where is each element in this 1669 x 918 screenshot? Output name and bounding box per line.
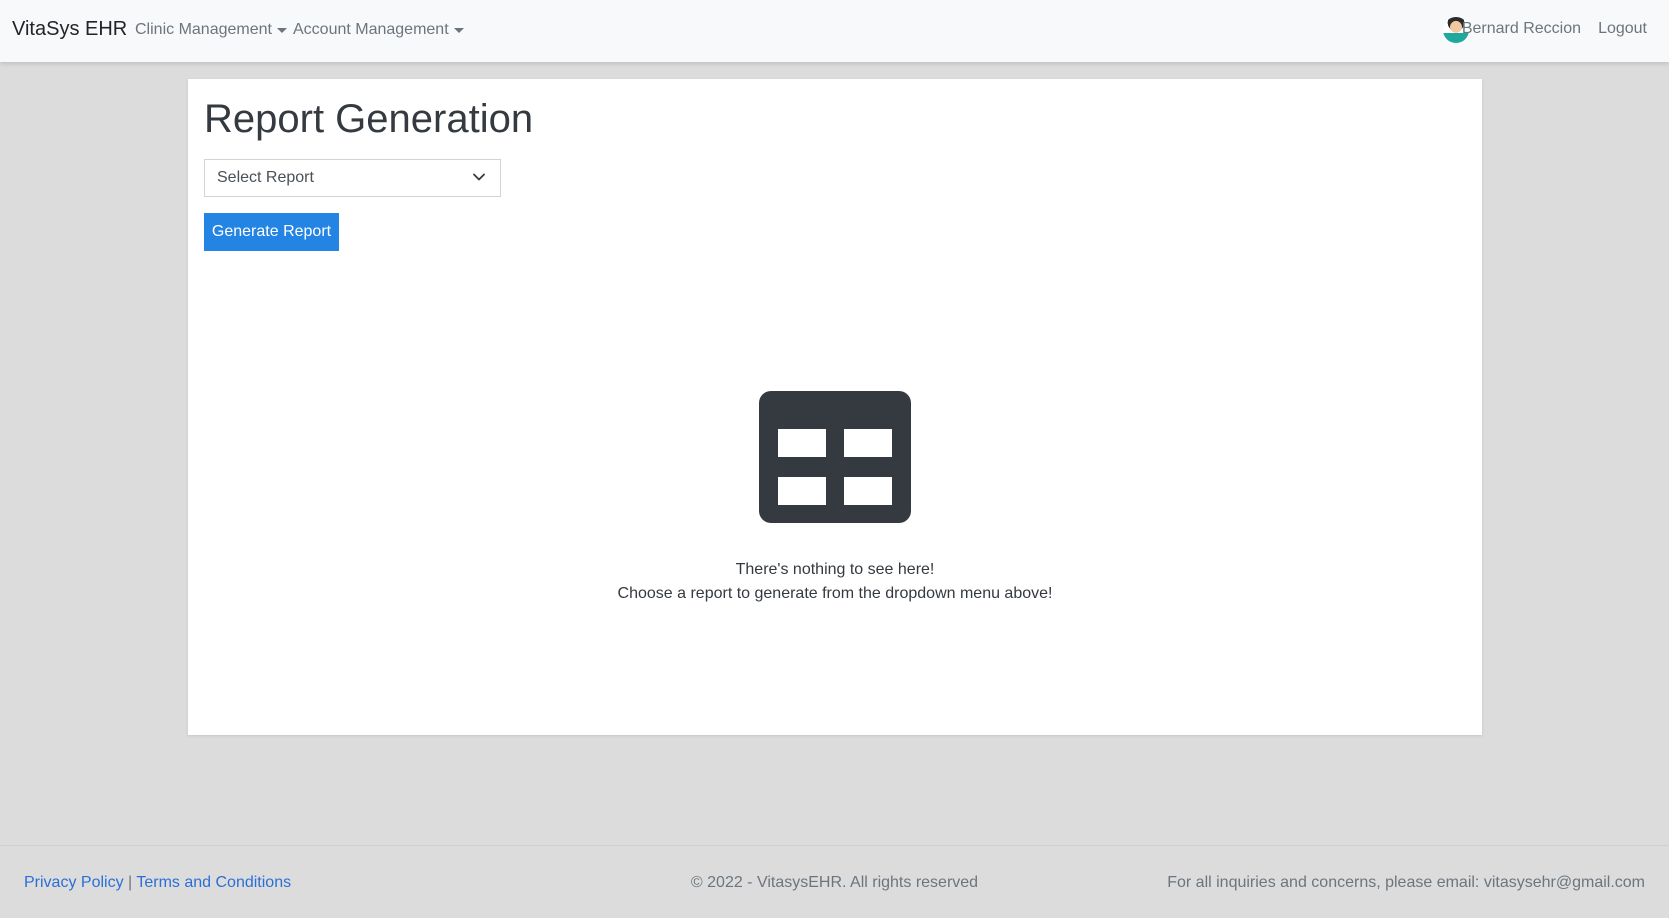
logout-link[interactable]: Logout: [1598, 20, 1647, 38]
brand-logo[interactable]: VitaSys EHR: [12, 18, 127, 41]
page-title: Report Generation: [204, 97, 534, 141]
report-select-value: Select Report: [217, 169, 314, 186]
caret-down-icon: [276, 27, 287, 33]
empty-state-message: Choose a report to generate from the dro…: [617, 585, 1053, 602]
clinic-management-menu[interactable]: Clinic Management: [135, 21, 287, 39]
account-management-menu[interactable]: Account Management: [293, 21, 464, 39]
account-management-label: Account Management: [293, 21, 449, 38]
empty-state-title: There's nothing to see here!: [735, 561, 935, 578]
clinic-management-label: Clinic Management: [135, 21, 272, 38]
chevron-down-icon: [472, 170, 486, 189]
report-card: Report Generation Select Report Generate…: [188, 79, 1482, 735]
top-navbar: VitaSys EHR Clinic Management Account Ma…: [0, 0, 1669, 62]
footer: Privacy Policy | Terms and Conditions © …: [0, 845, 1669, 918]
generate-report-button[interactable]: Generate Report: [204, 213, 339, 251]
report-select[interactable]: Select Report: [204, 159, 501, 197]
user-name[interactable]: Bernard Reccion: [1462, 20, 1581, 38]
contact-text: For all inquiries and concerns, please e…: [1167, 874, 1645, 891]
caret-down-icon: [453, 27, 464, 33]
table-icon: [759, 391, 911, 528]
